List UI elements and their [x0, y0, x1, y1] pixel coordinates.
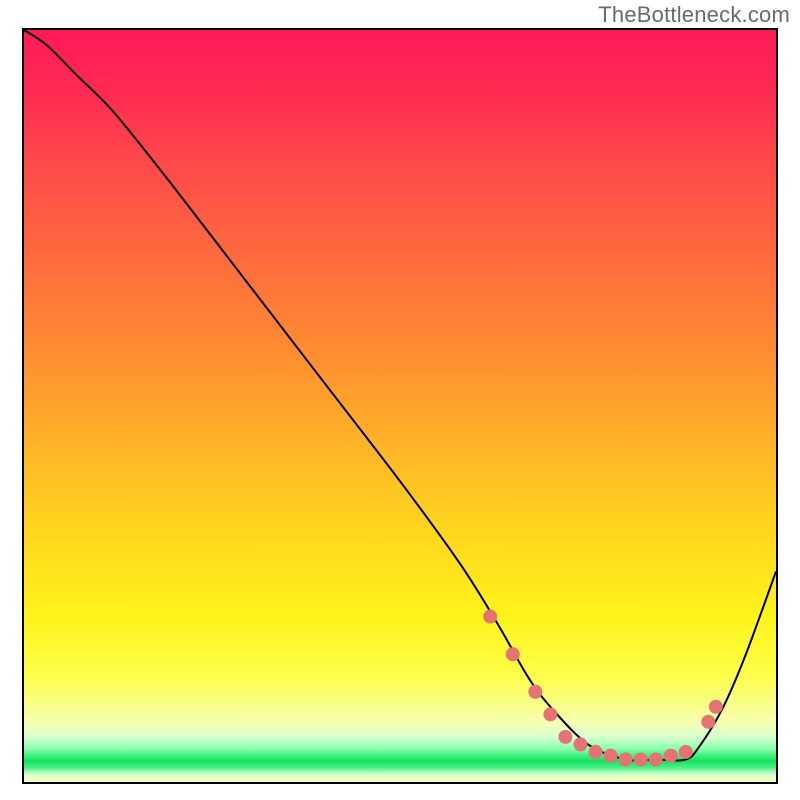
highlight-dot — [528, 685, 542, 699]
plot-frame — [22, 28, 778, 784]
highlight-dot — [679, 745, 693, 759]
highlight-dot — [664, 749, 678, 763]
highlight-dot — [619, 752, 633, 766]
bottleneck-curve — [24, 30, 776, 761]
highlight-dot — [701, 715, 715, 729]
highlight-dot — [634, 752, 648, 766]
highlight-dot — [543, 707, 557, 721]
marker-group — [483, 610, 723, 767]
curve-group — [24, 30, 776, 761]
highlight-dot — [483, 610, 497, 624]
highlight-dot — [589, 745, 603, 759]
highlight-dot — [604, 749, 618, 763]
highlight-dot — [506, 647, 520, 661]
watermark-text: TheBottleneck.com — [598, 2, 790, 28]
highlight-dot — [649, 752, 663, 766]
highlight-dot — [709, 700, 723, 714]
highlight-dot — [573, 737, 587, 751]
curve-layer — [24, 30, 776, 782]
chart-stage: TheBottleneck.com — [0, 0, 800, 800]
highlight-dot — [558, 730, 572, 744]
